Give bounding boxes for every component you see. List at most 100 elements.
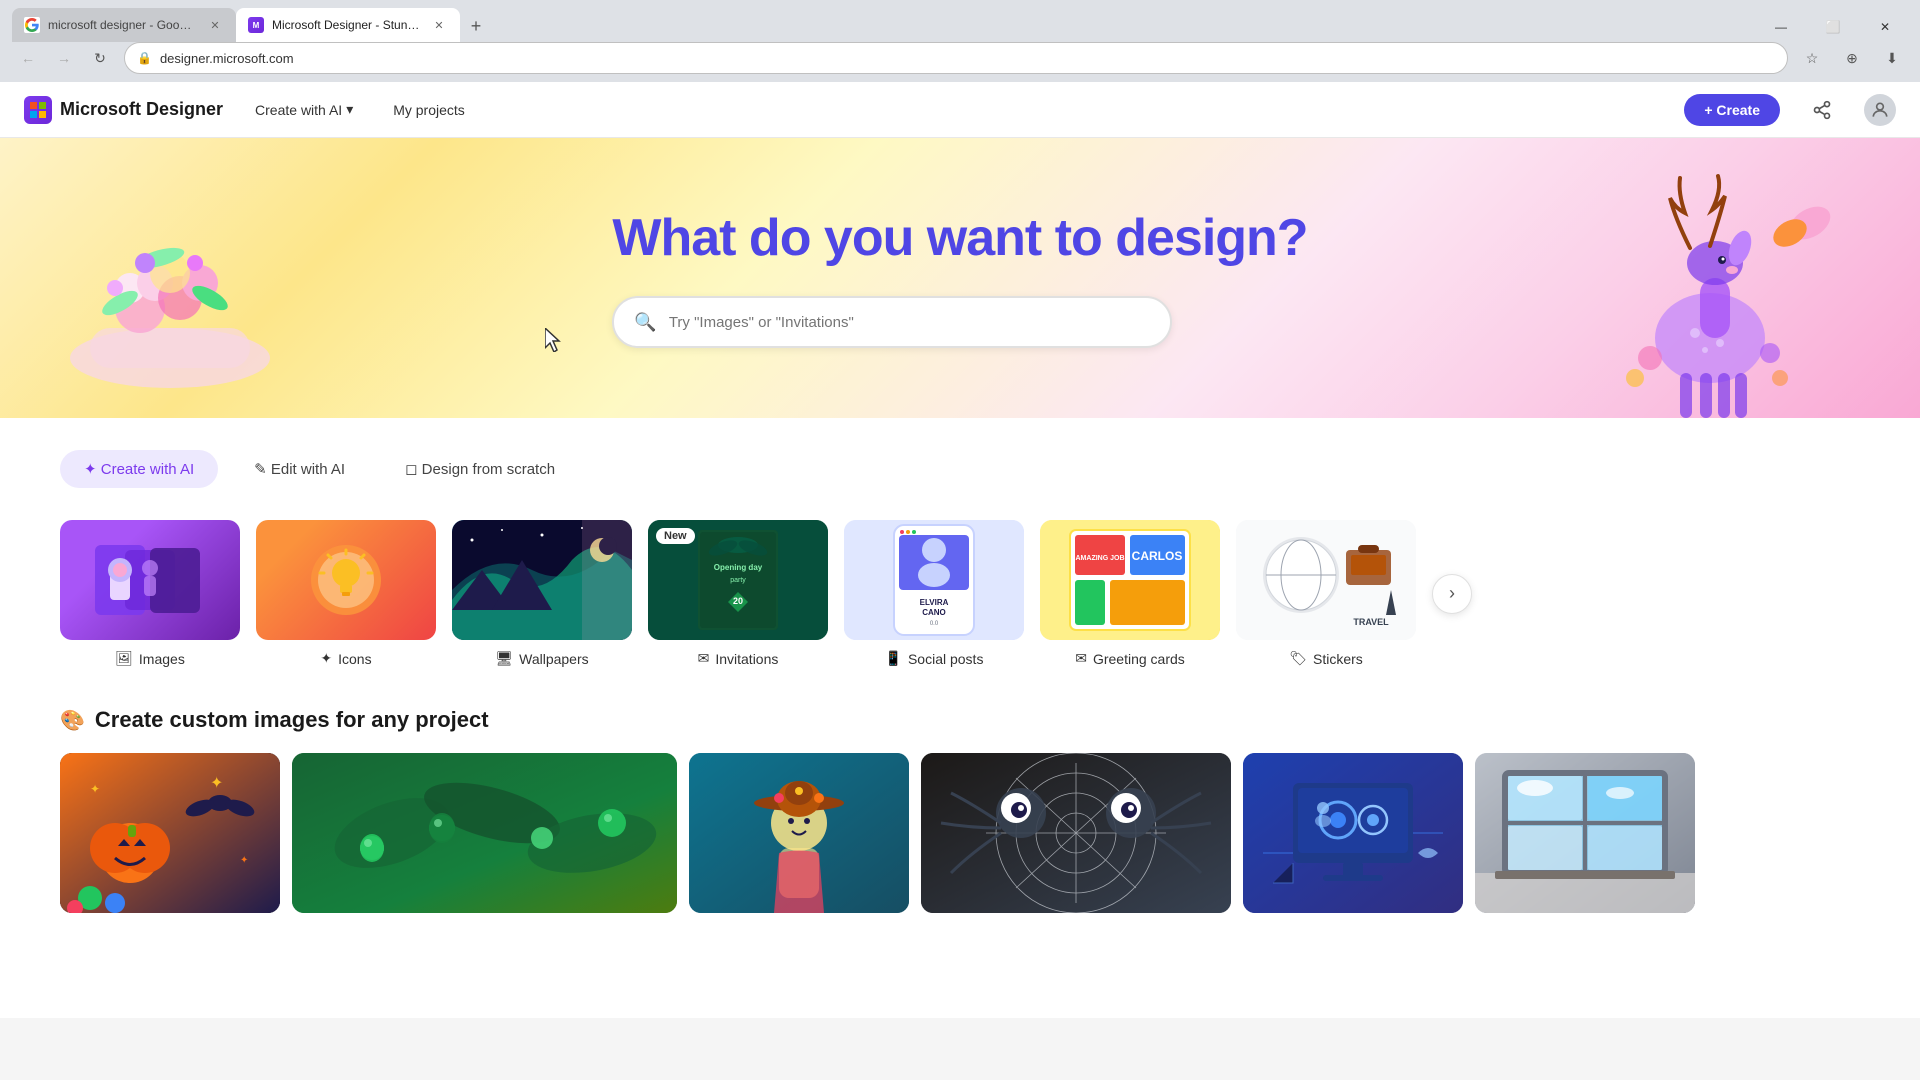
zoom-button[interactable]: ⊕ [1836,42,1868,74]
svg-text:✦: ✦ [240,855,248,866]
hero-search-container[interactable]: 🔍 [612,296,1172,348]
create-button-label: + Create [1704,102,1760,118]
window-controls: — ⬜ ✕ [1758,12,1908,42]
custom-image-window[interactable] [1475,753,1695,913]
create-button[interactable]: + Create [1684,94,1780,126]
my-projects-label: My projects [393,102,465,118]
downloads-button[interactable]: ⬇ [1876,42,1908,74]
browser-chrome: microsoft designer - Google Se... ✕ M Mi… [0,0,1920,82]
svg-text:0.0: 0.0 [930,621,939,627]
main-content: ✦ Create with AI ✎ Edit with AI ◻ Design… [0,418,1920,1018]
tab-label-2: Microsoft Designer - Stunning... [272,18,422,32]
svg-text:CANO: CANO [922,608,946,617]
category-thumb-icons [256,520,436,640]
category-thumb-social: ELVIRA CANO 0.0 [844,520,1024,640]
social-posts-icon: 📱 [885,650,902,667]
category-card-stickers[interactable]: TRAVEL 🏷 Stickers [1236,520,1416,667]
share-button[interactable] [1804,92,1840,128]
brand-logo[interactable]: Microsoft Designer [24,96,223,124]
svg-text:party: party [730,577,746,584]
hero-content: What do you want to design? 🔍 [612,208,1307,348]
category-thumb-invitations: New Opening day party 20 [648,520,828,640]
category-thumb-images [60,520,240,640]
design-scratch-tab-label: ◻ Design from scratch [405,460,555,478]
greeting-cards-icon: ✉ [1075,650,1087,667]
tabs-row: microsoft designer - Google Se... ✕ M Mi… [12,8,1908,42]
hero-title: What do you want to design? [612,208,1307,268]
minimize-button[interactable]: — [1758,12,1804,42]
search-icon: 🔍 [634,312,656,333]
tab-close-2[interactable]: ✕ [430,16,448,34]
hero-decoration-right [1560,158,1860,418]
search-input[interactable] [669,314,1151,331]
back-button[interactable]: ← [12,42,44,74]
tab-microsoft-designer[interactable]: M Microsoft Designer - Stunning... ✕ [236,8,460,42]
address-bar[interactable]: 🔒 designer.microsoft.com [124,42,1788,74]
section-icon: 🎨 [60,708,85,733]
address-text: designer.microsoft.com [160,51,294,66]
close-window-button[interactable]: ✕ [1862,12,1908,42]
user-avatar[interactable] [1864,94,1896,126]
wallpapers-icon: 🖥 [495,650,513,667]
hero-section: What do you want to design? 🔍 [0,138,1920,418]
category-label-wallpapers: 🖥 Wallpapers [495,650,588,667]
create-with-ai-label: Create with AI [255,102,342,118]
create-with-ai-tab[interactable]: ✦ Create with AI [60,450,218,488]
lock-icon: 🔒 [137,51,152,65]
category-label-social-posts: 📱 Social posts [885,650,984,667]
edit-ai-tab-label: ✎ Edit with AI [254,460,345,478]
tab-favicon-1 [24,17,40,33]
categories-next-button[interactable]: › [1432,574,1472,614]
svg-text:ELVIRA: ELVIRA [920,598,949,607]
forward-button[interactable]: → [48,42,80,74]
custom-image-halloween[interactable]: ✦ ✦ ✦ [60,753,280,913]
category-card-icons[interactable]: ✦ Icons [256,520,436,667]
category-card-social-posts[interactable]: ELVIRA CANO 0.0 📱 Social posts [844,520,1024,667]
section-title: Create custom images for any project [95,707,489,733]
invitations-icon: ✉ [698,650,710,667]
icons-icon: ✦ [320,650,332,667]
new-tab-button[interactable]: + [460,10,492,42]
reload-button[interactable]: ↻ [84,42,116,74]
tab-google-search[interactable]: microsoft designer - Google Se... ✕ [12,8,236,42]
create-ai-tab-label: ✦ Create with AI [84,460,194,478]
brand-icon [24,96,52,124]
category-card-wallpapers[interactable]: 🖥 Wallpapers [452,520,632,667]
tab-close-1[interactable]: ✕ [206,16,224,34]
category-label-greeting-cards: ✉ Greeting cards [1075,650,1185,667]
custom-image-person[interactable] [689,753,909,913]
custom-image-nature[interactable] [292,753,677,913]
category-label-icons: ✦ Icons [320,650,371,667]
app-navbar: Microsoft Designer Create with AI ▾ My p… [0,82,1920,138]
my-projects-nav[interactable]: My projects [385,96,473,124]
category-label-images: 🖼 Images [115,650,185,667]
category-card-images[interactable]: 🖼 Images [60,520,240,667]
custom-image-spider[interactable] [921,753,1231,913]
section-title-row: 🎨 Create custom images for any project [60,707,1860,733]
tab-favicon-2: M [248,17,264,33]
create-with-ai-nav[interactable]: Create with AI ▾ [247,95,361,124]
svg-text:AMAZING JOB: AMAZING JOB [1076,555,1125,562]
svg-text:✦: ✦ [210,775,223,792]
create-with-ai-chevron: ▾ [346,101,353,118]
hero-decoration-left [40,158,300,418]
category-thumb-stickers: TRAVEL [1236,520,1416,640]
design-from-scratch-tab[interactable]: ◻ Design from scratch [381,450,579,488]
category-thumb-wallpapers [452,520,632,640]
bookmarks-button[interactable]: ☆ [1796,42,1828,74]
custom-images-row: ✦ ✦ ✦ [60,753,1860,913]
category-label-invitations: ✉ Invitations [698,650,779,667]
tab-label-1: microsoft designer - Google Se... [48,18,198,32]
maximize-button[interactable]: ⬜ [1810,12,1856,42]
svg-text:✦: ✦ [90,782,100,796]
custom-image-tech[interactable] [1243,753,1463,913]
category-card-greeting-cards[interactable]: AMAZING JOB CARLOS ✉ Greeting cards [1040,520,1220,667]
svg-text:Opening day: Opening day [714,563,763,572]
svg-text:20: 20 [733,596,743,606]
images-icon: 🖼 [115,650,133,667]
stickers-icon: 🏷 [1289,650,1307,667]
edit-with-ai-tab[interactable]: ✎ Edit with AI [230,450,369,488]
brand-name: Microsoft Designer [60,99,223,120]
category-card-invitations[interactable]: New Opening day party 20 [648,520,828,667]
svg-text:CARLOS: CARLOS [1132,549,1183,563]
